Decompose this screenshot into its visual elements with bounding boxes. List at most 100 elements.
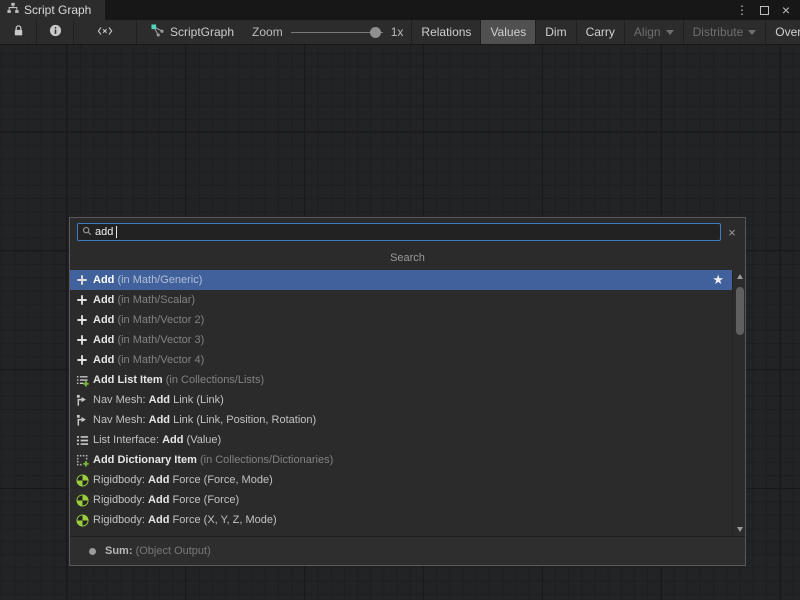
info-button[interactable] — [37, 20, 73, 44]
toolbar-button-align[interactable]: Align — [624, 20, 683, 44]
result-row[interactable]: Nav Mesh: Add Link (Link) — [70, 390, 732, 410]
title-bar: Script Graph ⋮ × — [0, 0, 800, 20]
lock-icon — [12, 24, 25, 40]
result-row[interactable]: Nav Mesh: Add Link (Link, Position, Rota… — [70, 410, 732, 430]
scroll-up-icon — [737, 274, 743, 279]
toolbar-button-values[interactable]: Values — [480, 20, 535, 44]
graph-toolbar: ScriptGraph Zoom 1x Relations Values Dim Ca… — [0, 20, 800, 45]
nav-mesh-icon — [75, 393, 89, 407]
toolbar-button-overview[interactable]: Overview — [765, 20, 800, 44]
toolbar-button-distribute[interactable]: Distribute — [683, 20, 766, 44]
search-icon — [82, 223, 92, 241]
chevron-down-icon — [748, 30, 756, 35]
toolbar-button-label: Overview — [775, 25, 800, 39]
close-icon: × — [782, 3, 790, 17]
search-input[interactable]: add — [77, 223, 721, 241]
nav-mesh-icon — [75, 413, 89, 427]
toolbar-button-label: Values — [490, 25, 526, 39]
toolbar-button-relations[interactable]: Relations — [411, 20, 480, 44]
add-node-icon — [75, 353, 89, 367]
result-row-label: List Interface: Add (Value) — [93, 434, 221, 446]
result-row-label: Add (in Math/Vector 2) — [93, 314, 204, 326]
result-row-label: Nav Mesh: Add Link (Link) — [93, 394, 224, 406]
result-row-label: Nav Mesh: Add Link (Link, Position, Rota… — [93, 414, 316, 426]
search-input-value: add — [95, 226, 113, 238]
result-row-label: Add (in Math/Vector 3) — [93, 334, 204, 346]
rigidbody-icon — [75, 473, 89, 487]
list-interface-icon — [75, 433, 89, 447]
result-row-label: Rigidbody: Add Force (Force) — [93, 494, 239, 506]
preview-port-label: Sum: — [105, 545, 133, 557]
result-row[interactable]: Add (in Math/Vector 2) — [70, 310, 732, 330]
graph-hierarchy-icon — [7, 1, 19, 19]
scroll-down-icon — [737, 527, 743, 532]
graph-name-label: ScriptGraph — [170, 25, 234, 39]
result-row-label: Add Dictionary Item (in Collections/Dict… — [93, 454, 333, 466]
chevron-down-icon — [666, 30, 674, 35]
add-node-icon — [75, 293, 89, 307]
rigidbody-icon — [75, 513, 89, 527]
result-row-label: Add (in Math/Scalar) — [93, 294, 195, 306]
result-row[interactable]: Add Dictionary Item (in Collections/Dict… — [70, 450, 732, 470]
result-row[interactable]: List Interface: Add (Value) — [70, 430, 732, 450]
toolbar-button-label: Align — [634, 25, 661, 39]
add-dictionary-item-icon — [75, 453, 89, 467]
text-caret — [116, 226, 117, 238]
info-icon — [49, 24, 62, 40]
toolbar-button-carry[interactable]: Carry — [576, 20, 624, 44]
clear-search-button[interactable]: × — [726, 226, 738, 239]
result-row[interactable]: Add (in Math/Scalar) — [70, 290, 732, 310]
result-row[interactable]: Add List Item (in Collections/Lists) — [70, 370, 732, 390]
kebab-menu-icon: ⋮ — [736, 3, 748, 17]
zoom-slider-handle[interactable] — [370, 27, 381, 38]
fuzzy-finder-popup: add × Search Add (in Math/Generic)★Add (… — [69, 217, 746, 566]
search-results-list: Add (in Math/Generic) ★ Add (in Math/Scala… — [70, 270, 732, 530]
preview-port-type: (Object Output) — [136, 545, 211, 557]
scrollbar-thumb[interactable] — [736, 287, 744, 335]
result-row-label: Rigidbody: Add Force (X, Y, Z, Mode) — [93, 514, 277, 526]
add-node-icon — [75, 273, 89, 287]
window-close-button[interactable]: × — [778, 2, 794, 18]
results-scrollbar[interactable] — [732, 270, 745, 536]
favorite-star-icon[interactable]: ★ — [712, 272, 724, 288]
zoom-label: Zoom — [252, 25, 283, 39]
add-node-icon — [75, 313, 89, 327]
toolbar-button-label: Carry — [586, 25, 615, 39]
clear-icon: × — [728, 225, 736, 240]
result-row-label: Add List Item (in Collections/Lists) — [93, 374, 264, 386]
graph-name-group[interactable]: ScriptGraph — [137, 20, 244, 44]
selected-node-preview: Sum: (Object Output) — [70, 536, 745, 565]
result-row-label: Add (in Math/Generic) — [93, 274, 202, 286]
finder-section-header: Search — [70, 246, 745, 270]
result-row[interactable]: Add (in Math/Generic) ★ — [70, 270, 732, 290]
tab-label: Script Graph — [24, 3, 91, 17]
result-row[interactable]: Rigidbody: Add Force (Force) — [70, 490, 732, 510]
toolbar-button-label: Dim — [545, 25, 566, 39]
lock-button[interactable] — [0, 20, 36, 44]
rigidbody-icon — [75, 493, 89, 507]
code-view-icon — [97, 25, 113, 40]
zoom-slider[interactable] — [291, 20, 383, 45]
zoom-value: 1x — [391, 25, 404, 39]
tab-script-graph[interactable]: Script Graph — [0, 0, 105, 20]
result-row[interactable]: Add (in Math/Vector 3) — [70, 330, 732, 350]
result-row-label: Rigidbody: Add Force (Force, Mode) — [93, 474, 273, 486]
output-port-icon — [89, 548, 96, 555]
toolbar-button-dim[interactable]: Dim — [535, 20, 575, 44]
zoom-slider-track — [291, 32, 383, 33]
script-graph-node-icon — [151, 24, 164, 40]
toolbar-button-label: Relations — [421, 25, 471, 39]
result-row[interactable]: Rigidbody: Add Force (X, Y, Z, Mode) — [70, 510, 732, 530]
add-list-item-icon — [75, 373, 89, 387]
add-node-icon — [75, 333, 89, 347]
toolbar-button-label: Distribute — [693, 25, 744, 39]
scroll-up-button[interactable] — [733, 271, 745, 282]
code-view-button[interactable] — [74, 20, 136, 44]
result-row[interactable]: Rigidbody: Add Force (Force, Mode) — [70, 470, 732, 490]
result-row[interactable]: Add (in Math/Vector 4) — [70, 350, 732, 370]
window-menu-button[interactable]: ⋮ — [734, 2, 750, 18]
scroll-down-button[interactable] — [733, 524, 745, 535]
window-maximize-button[interactable] — [756, 2, 772, 18]
maximize-icon — [760, 6, 769, 15]
result-row-label: Add (in Math/Vector 4) — [93, 354, 204, 366]
